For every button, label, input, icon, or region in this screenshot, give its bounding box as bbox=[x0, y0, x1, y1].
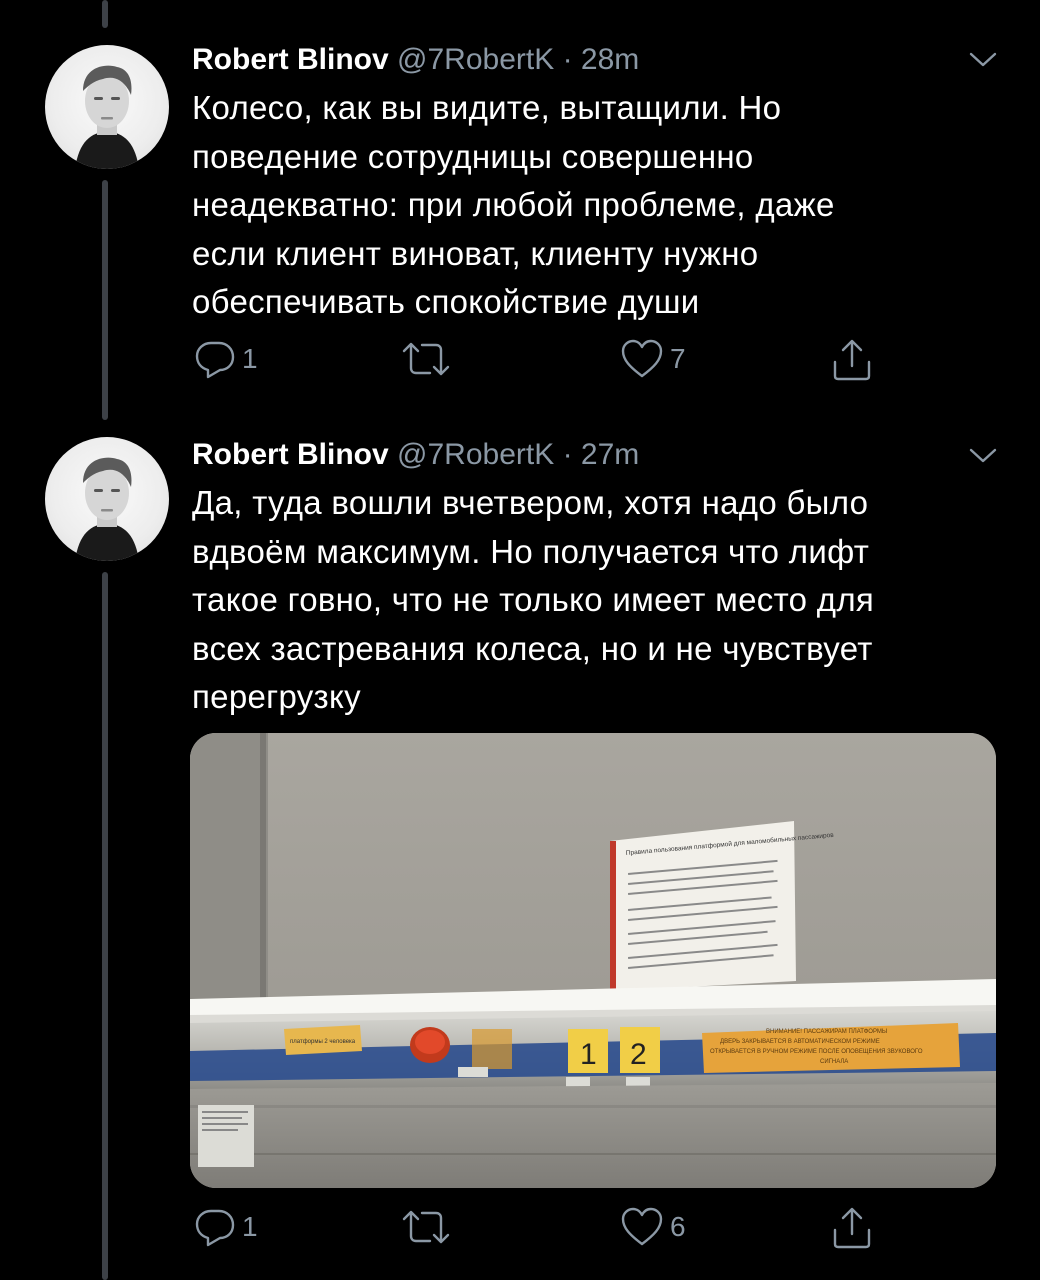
tweet-text-line: вдвоём максимум. Но получается что лифт bbox=[192, 532, 870, 570]
like-button[interactable]: 6 bbox=[620, 1206, 686, 1248]
reply-count: 1 bbox=[242, 1211, 258, 1242]
reply-icon bbox=[195, 341, 235, 379]
panel-label-left: платформы 2 человека bbox=[290, 1039, 356, 1045]
heart-icon bbox=[621, 339, 663, 378]
tweet-text: Колесо, как вы видите, вытащили. Но пове… bbox=[192, 84, 992, 327]
author-handle[interactable]: @7RobertK bbox=[397, 43, 554, 76]
retweet-icon bbox=[402, 1210, 450, 1244]
avatar[interactable] bbox=[45, 45, 169, 169]
notice-line: ДВЕРЬ ЗАКРЫВАЕТСЯ В АВТОМАТИЧЕСКОМ РЕЖИМ… bbox=[720, 1039, 880, 1045]
tweet-actions: 1 6 bbox=[192, 1206, 892, 1254]
tweet-text-line: всех застревания колеса, но и не чувству… bbox=[192, 629, 873, 667]
tweet-actions: 1 7 bbox=[192, 338, 892, 386]
tweet-header: Robert Blinov @7RobertK · 28m bbox=[192, 42, 639, 78]
separator-dot: · bbox=[562, 438, 573, 471]
chevron-down-icon[interactable] bbox=[968, 50, 998, 70]
tweet-text-line: поведение сотрудницы совершенно bbox=[192, 137, 754, 175]
share-icon bbox=[833, 1207, 871, 1249]
floor-button-label: 1 bbox=[580, 1038, 597, 1071]
heart-icon bbox=[621, 1207, 663, 1246]
floor-button-label: 2 bbox=[630, 1038, 647, 1071]
author-name[interactable]: Robert Blinov bbox=[192, 438, 389, 471]
tweet-text-line: неадекватно: при любой проблеме, даже bbox=[192, 186, 835, 223]
retweet-button[interactable] bbox=[400, 338, 458, 380]
tweet-header: Robert Blinov @7RobertK · 27m bbox=[192, 437, 639, 473]
like-button[interactable]: 7 bbox=[620, 338, 686, 380]
reply-button[interactable]: 1 bbox=[194, 1206, 258, 1248]
reply-count: 1 bbox=[242, 343, 258, 374]
tweet-text-line: такое говно, что не только имеет место д… bbox=[192, 581, 875, 618]
reply-icon bbox=[195, 1209, 235, 1247]
emergency-button bbox=[410, 1027, 450, 1063]
notice-line: ОТКРЫВАЕТСЯ В РУЧНОМ РЕЖИМЕ ПОСЛЕ ОПОВЕЩ… bbox=[710, 1049, 923, 1055]
reply-button[interactable]: 1 bbox=[194, 338, 258, 380]
tweet-text-line: обеспечивать спокойствие души bbox=[192, 283, 700, 320]
tweet-text: Да, туда вошли вчетвером, хотя надо было… bbox=[192, 479, 992, 722]
separator-dot: · bbox=[562, 43, 573, 76]
retweet-button[interactable] bbox=[400, 1206, 458, 1248]
notice-line: СИГНАЛА bbox=[820, 1059, 848, 1065]
tweet[interactable]: Robert Blinov @7RobertK · 28m Колесо, ка… bbox=[0, 0, 1040, 410]
like-count: 6 bbox=[670, 1211, 686, 1242]
tweet-text-line: перегрузку bbox=[192, 678, 361, 715]
notice-line: ВНИМАНИЕ! ПАССАЖИРАМ ПЛАТФОРМЫ bbox=[766, 1029, 887, 1035]
avatar[interactable] bbox=[45, 437, 169, 561]
timestamp[interactable]: 27m bbox=[581, 438, 639, 471]
author-name[interactable]: Robert Blinov bbox=[192, 43, 389, 76]
retweet-icon bbox=[402, 342, 450, 376]
tweet-text-line: Колесо, как вы видите, вытащили. Но bbox=[192, 89, 782, 126]
author-handle[interactable]: @7RobertK bbox=[397, 438, 554, 471]
tweet-text-line: Да, туда вошли вчетвером, хотя надо было bbox=[192, 484, 869, 521]
floor-button-2: 2 bbox=[620, 1027, 660, 1073]
tweet-text-line: если клиент виноват, клиенту нужно bbox=[192, 234, 759, 272]
tweet-photo[interactable]: Правила пользования платформой для малом… bbox=[190, 733, 996, 1188]
timestamp[interactable]: 28m bbox=[581, 43, 639, 76]
like-count: 7 bbox=[670, 343, 686, 374]
share-button[interactable] bbox=[830, 338, 874, 382]
share-button[interactable] bbox=[830, 1206, 874, 1250]
share-icon bbox=[833, 339, 871, 381]
floor-button-1: 1 bbox=[568, 1029, 608, 1073]
photo-elevator-panel: Правила пользования платформой для малом… bbox=[190, 733, 996, 1188]
chevron-down-icon[interactable] bbox=[968, 446, 998, 466]
